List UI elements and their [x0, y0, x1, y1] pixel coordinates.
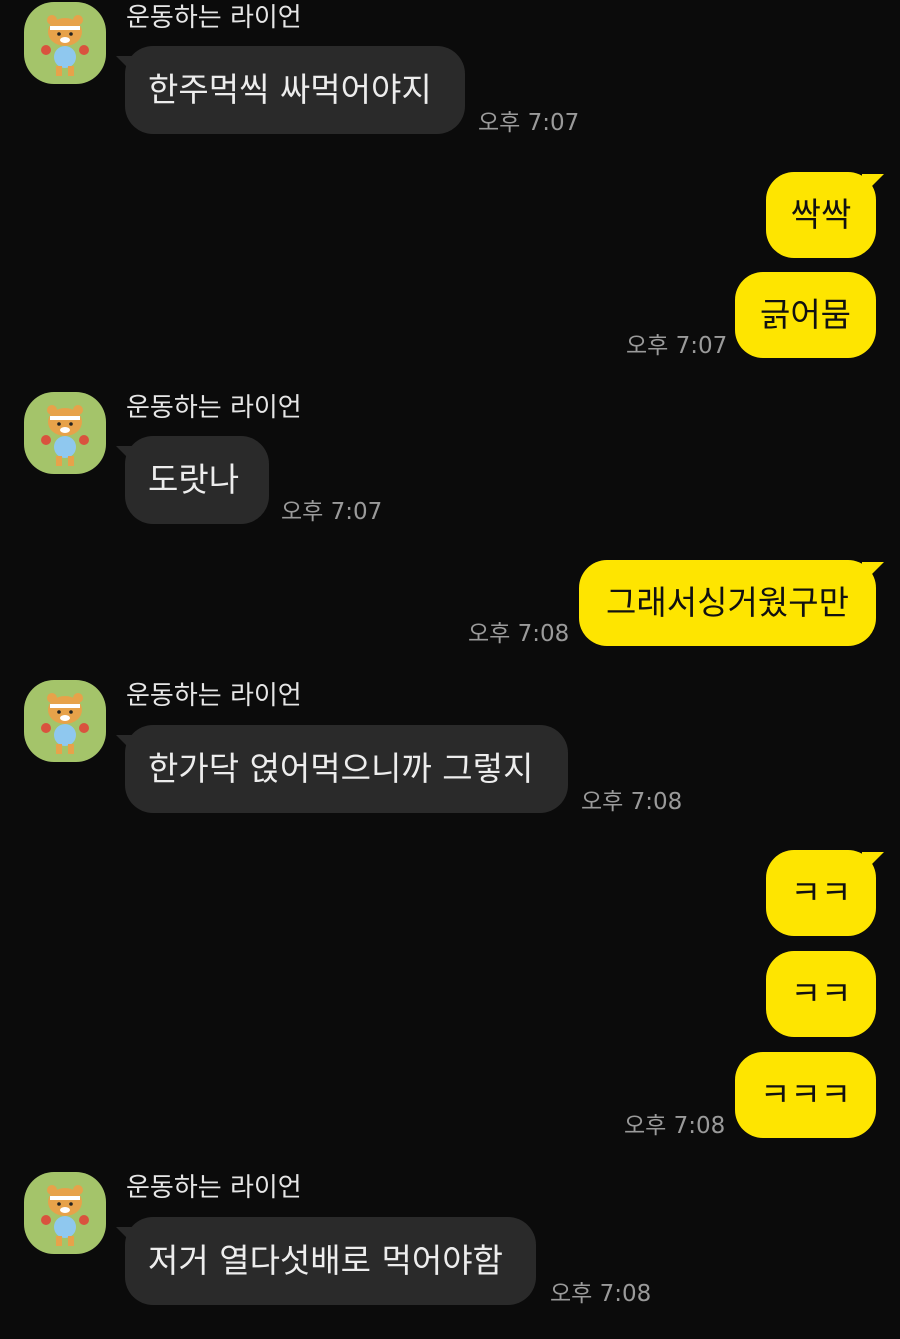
ryan-lion-avatar-icon[interactable] — [24, 1172, 106, 1254]
message-timestamp: 오후 7:08 — [550, 1281, 652, 1307]
message-timestamp: 오후 7:07 — [478, 110, 580, 136]
outgoing-message-bubble[interactable]: ㅋㅋㅋ — [735, 1052, 876, 1138]
message-timestamp: 오후 7:07 — [626, 333, 728, 359]
sender-name: 운동하는 라이언 — [126, 681, 302, 711]
ryan-lion-avatar-icon[interactable] — [24, 392, 106, 474]
chat-message-list[interactable]: 운동하는 라이언 한주먹씩 싸먹어야지 오후 7:07 싹싹 긁어뭄 오후 7:… — [0, 0, 900, 1339]
outgoing-message-bubble[interactable]: ㅋㅋ — [766, 951, 876, 1037]
outgoing-message-bubble[interactable]: 그래서싱거웠구만 — [579, 560, 876, 646]
message-timestamp: 오후 7:07 — [281, 499, 383, 525]
ryan-lion-avatar-icon[interactable] — [24, 680, 106, 762]
outgoing-message-bubble[interactable]: 싹싹 — [766, 172, 876, 258]
outgoing-message-bubble[interactable]: 긁어뭄 — [735, 272, 876, 358]
message-timestamp: 오후 7:08 — [581, 789, 683, 815]
message-timestamp: 오후 7:08 — [624, 1113, 726, 1139]
outgoing-message-bubble[interactable]: ㅋㅋ — [766, 850, 876, 936]
incoming-message-bubble[interactable]: 한주먹씩 싸먹어야지 — [125, 46, 465, 134]
sender-name: 운동하는 라이언 — [126, 1173, 302, 1203]
message-timestamp: 오후 7:08 — [468, 621, 570, 647]
incoming-message-bubble[interactable]: 저거 열다섯배로 먹어야함 — [125, 1217, 536, 1305]
sender-name: 운동하는 라이언 — [126, 3, 302, 33]
ryan-lion-avatar-icon[interactable] — [24, 2, 106, 84]
sender-name: 운동하는 라이언 — [126, 393, 302, 423]
incoming-message-bubble[interactable]: 도랏나 — [125, 436, 269, 524]
incoming-message-bubble[interactable]: 한가닥 얹어먹으니까 그렇지 — [125, 725, 568, 813]
